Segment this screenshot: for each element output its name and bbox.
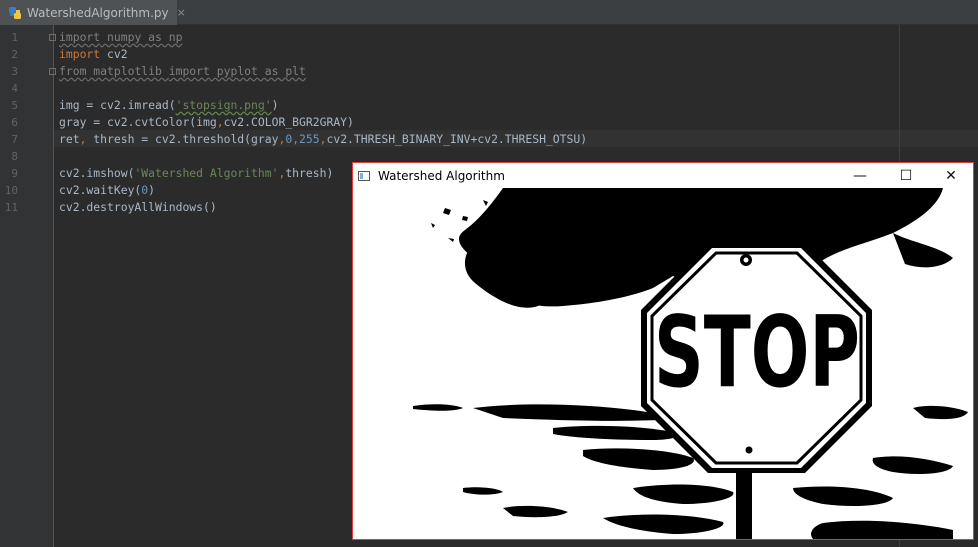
tab-watershed-algorithm-py[interactable]: WatershedAlgorithm.py × xyxy=(0,0,186,25)
thresholded-image: STOP xyxy=(353,188,973,539)
line-number: 11 xyxy=(4,201,18,214)
line-number: 10 xyxy=(4,184,18,197)
window-app-icon xyxy=(358,170,370,181)
python-file-icon xyxy=(8,6,22,20)
line-number: 2 xyxy=(11,48,18,61)
code-line-5: img = cv2.imread('stopsign.png') xyxy=(59,98,279,112)
editor-tab-bar: WatershedAlgorithm.py × xyxy=(0,0,978,25)
code-line-1: import numpy as np xyxy=(59,30,183,44)
minimize-button[interactable]: — xyxy=(837,163,883,188)
line-number: 9 xyxy=(11,167,18,180)
tab-close-icon[interactable]: × xyxy=(177,6,186,19)
line-number: 5 xyxy=(11,99,18,112)
stop-sign-text: STOP xyxy=(654,296,860,410)
opencv-image-window[interactable]: Watershed Algorithm — ☐ ✕ STOP xyxy=(352,162,974,540)
code-line-7: ret, thresh = cv2.threshold(gray,0,255,c… xyxy=(59,132,588,146)
line-number: 6 xyxy=(11,116,18,129)
code-line-10: cv2.waitKey(0) xyxy=(59,183,156,197)
maximize-button[interactable]: ☐ xyxy=(883,163,929,188)
code-line-9: cv2.imshow('Watershed Algorithm',thresh) xyxy=(59,166,334,180)
fold-marker-icon[interactable] xyxy=(49,68,56,75)
close-button[interactable]: ✕ xyxy=(928,163,974,188)
code-line-6: gray = cv2.cvtColor(img,cv2.COLOR_BGR2GR… xyxy=(59,115,354,129)
code-line-11: cv2.destroyAllWindows() xyxy=(59,200,217,214)
tab-label: WatershedAlgorithm.py xyxy=(27,5,169,20)
line-number: 8 xyxy=(11,150,18,163)
code-line-2: import cv2 xyxy=(59,47,128,61)
line-number: 4 xyxy=(11,82,18,95)
line-number: 3 xyxy=(11,65,18,78)
line-number: 7 xyxy=(11,133,18,146)
code-line-3: from matplotlib import pyplot as plt xyxy=(59,64,306,78)
fold-marker-icon[interactable] xyxy=(49,34,56,41)
line-number: 1 xyxy=(11,31,18,44)
window-title: Watershed Algorithm xyxy=(378,168,505,183)
